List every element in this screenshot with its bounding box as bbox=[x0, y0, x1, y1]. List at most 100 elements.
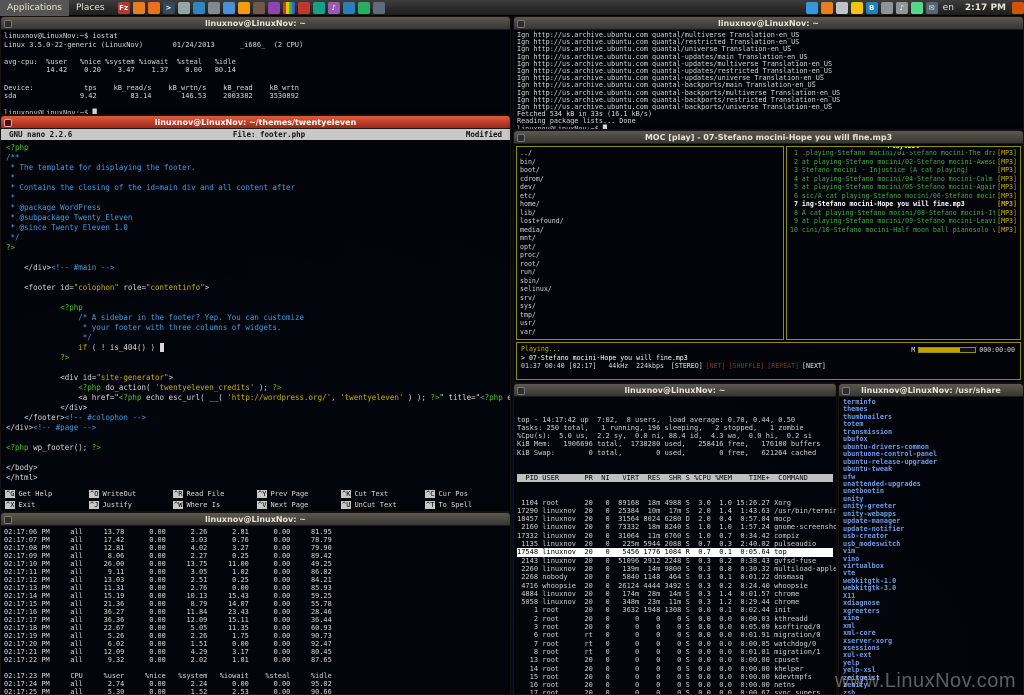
code-segment: <!-- #main --> bbox=[51, 263, 114, 272]
spectrum-icon[interactable] bbox=[283, 2, 295, 14]
camera-icon[interactable] bbox=[373, 2, 385, 14]
places-menu[interactable]: Places bbox=[69, 0, 112, 16]
window-title: MOC [play] - 07-Stefano mocini-Hope you … bbox=[645, 133, 892, 142]
titlebar-top[interactable]: linuxnov@LinuxNov: ~ bbox=[514, 384, 836, 397]
code-segment: * Contains the closing of the id=main di… bbox=[6, 183, 295, 192]
terminal-screen-top[interactable]: top - 14:17:42 up 7:02, 8 users, load av… bbox=[514, 397, 836, 695]
color-picker-icon[interactable] bbox=[313, 2, 325, 14]
battery-icon[interactable] bbox=[911, 2, 923, 14]
chat-icon[interactable] bbox=[358, 2, 370, 14]
volume-icon[interactable]: ♪ bbox=[896, 2, 908, 14]
weather-icon[interactable] bbox=[851, 2, 863, 14]
terminal-screen-iostat[interactable]: linuxnov@LinuxNov:~$ iostat Linux 3.5.0-… bbox=[1, 30, 510, 115]
moc-dir-item: ../ bbox=[520, 149, 780, 158]
terminal-icon bbox=[4, 119, 12, 127]
shortcut-label: Cut Text bbox=[354, 490, 388, 498]
bluetooth-icon[interactable]: B bbox=[866, 2, 878, 14]
moc-dir-item: lost+found/ bbox=[520, 217, 780, 226]
calculator-icon[interactable] bbox=[208, 2, 220, 14]
titlebar-iostat[interactable]: linuxnov@LinuxNov: ~ bbox=[1, 17, 510, 30]
terminal-screen-usrshare[interactable]: terminfothemesthumbnailerstotemtransmiss… bbox=[839, 397, 1023, 695]
update-icon[interactable] bbox=[821, 2, 833, 14]
filezilla-icon[interactable]: Fz bbox=[118, 2, 130, 14]
nano-line bbox=[6, 453, 505, 463]
code-segment: 'twentyeleven' bbox=[340, 393, 403, 402]
system-monitor-icon[interactable] bbox=[806, 2, 818, 14]
moc-dir-item: selinux/ bbox=[520, 285, 780, 294]
mixer-bar[interactable] bbox=[918, 347, 976, 353]
terminal-screen-sar[interactable]: 02:17:06 PM all 13.78 0.00 2.26 2.81 0.0… bbox=[1, 526, 510, 695]
nano-line: if ( ! is_404() ) bbox=[6, 343, 505, 353]
writer-icon[interactable] bbox=[193, 2, 205, 14]
track-number: 7 bbox=[790, 200, 802, 209]
terminal-icon bbox=[842, 387, 850, 395]
nano-shortcut: ^JJustify bbox=[89, 500, 173, 511]
vlc-icon[interactable] bbox=[238, 2, 250, 14]
track-title: cini/10-Stefano mocini-Half moon ball pi… bbox=[802, 226, 995, 235]
shortcut-label: Prev Page bbox=[270, 490, 308, 498]
moc-directory-list: ../bin/boot/cdrom/dev/etc/home/lib/lost+… bbox=[520, 149, 780, 336]
code-segment: > bbox=[169, 373, 174, 382]
titlebar-apt[interactable]: linuxnov@LinuxNov: ~ bbox=[514, 17, 1023, 30]
moc-playlist-pane[interactable]: Playlist 1 .playing-Stefano mocini/01-St… bbox=[786, 146, 1021, 340]
mixer-value: 000:00:00 bbox=[979, 346, 1015, 355]
playback-flag: [STEREO] bbox=[671, 362, 703, 370]
code-segment: "site-generator" bbox=[96, 373, 168, 382]
terminal-icon[interactable]: > bbox=[163, 2, 175, 14]
code-segment: <a href=" bbox=[6, 393, 119, 402]
shortcut-label: Cur Pos bbox=[438, 490, 468, 498]
messages-icon[interactable]: ✉ bbox=[926, 2, 938, 14]
titlebar-usrshare[interactable]: linuxnov@LinuxNov: /usr/share bbox=[839, 384, 1023, 397]
nano-editor[interactable]: <?php/** * The template for displaying t… bbox=[1, 140, 510, 489]
format-tag: [MP3] bbox=[997, 209, 1017, 218]
moc-dir-item: proc/ bbox=[520, 251, 780, 260]
terminal-icon bbox=[4, 20, 12, 28]
format-tag: [MP3] bbox=[997, 200, 1017, 209]
firefox-icon[interactable] bbox=[148, 2, 160, 14]
playlist-item: 6 sic/A cat playing-Stefano mocini/06-St… bbox=[790, 192, 1017, 201]
nano-line: </div> bbox=[6, 403, 505, 413]
downloads-icon[interactable] bbox=[343, 2, 355, 14]
code-segment: 'twentyeleven_credits' bbox=[155, 383, 254, 392]
gimp-icon[interactable] bbox=[253, 2, 265, 14]
process-row: 1104 root 20 0 89168 18m 4988 S 3.0 1.0 … bbox=[517, 499, 833, 507]
directory-entry: xgreeters bbox=[843, 608, 1019, 615]
code-segment: "colophon" bbox=[74, 283, 119, 292]
process-row: 14 root 20 0 0 0 0 S 0.0 0.0 0:00.00 khe… bbox=[517, 665, 833, 673]
gedit-icon[interactable] bbox=[178, 2, 190, 14]
chrome-icon[interactable] bbox=[223, 2, 235, 14]
applications-menu[interactable]: Applications bbox=[0, 0, 69, 16]
code-segment: * @since Twenty Eleven 1.0 bbox=[6, 223, 128, 232]
music-player-icon[interactable]: ♪ bbox=[328, 2, 340, 14]
session-menu-icon[interactable] bbox=[1012, 2, 1024, 14]
moc-screen[interactable]: ../bin/boot/cdrom/dev/etc/home/lib/lost+… bbox=[514, 144, 1023, 383]
playback-flag: [NET] bbox=[706, 362, 726, 370]
code-segment: * bbox=[6, 193, 15, 202]
files-icon[interactable] bbox=[133, 2, 145, 14]
shortcut-key: ^T bbox=[425, 501, 435, 509]
clock[interactable]: 2:17 PM bbox=[965, 3, 1006, 13]
network-icon[interactable] bbox=[881, 2, 893, 14]
titlebar-sar[interactable]: linuxnov@LinuxNov: ~ bbox=[1, 513, 510, 526]
moc-dir-item: bin/ bbox=[520, 158, 780, 167]
process-row: 4884 linuxnov 20 0 174m 28m 14m S 0.3 1.… bbox=[517, 590, 833, 598]
format-tag: [MP3] bbox=[997, 166, 1017, 175]
titlebar-moc[interactable]: MOC [play] - 07-Stefano mocini-Hope you … bbox=[514, 131, 1023, 144]
moc-file-browser[interactable]: ../bin/boot/cdrom/dev/etc/home/lib/lost+… bbox=[516, 146, 784, 340]
screenshot-icon[interactable] bbox=[268, 2, 280, 14]
nano-header: GNU nano 2.2.6 File: footer.php Modified bbox=[1, 129, 510, 140]
moc-dir-item: run/ bbox=[520, 268, 780, 277]
process-row: 17290 linuxnov 20 0 25384 10m 17m S 2.0 … bbox=[517, 507, 833, 515]
playlist-pane-label: Playlist bbox=[885, 146, 923, 151]
recorder-icon[interactable] bbox=[298, 2, 310, 14]
nano-line: * bbox=[6, 193, 505, 203]
code-segment: role= bbox=[119, 283, 146, 292]
terminal-icon bbox=[4, 516, 12, 524]
playlist-item: 8 A cat playing-Stefano mocini/08-Stefan… bbox=[790, 209, 1017, 218]
keyboard-indicator[interactable]: en bbox=[943, 3, 954, 13]
terminal-screen-apt[interactable]: Ign http://us.archive.ubuntu.com quantal… bbox=[514, 30, 1023, 130]
titlebar-nano[interactable]: linuxnov@LinuxNov: ~/themes/twentyeleven bbox=[1, 116, 510, 129]
shortcut-label: Where Is bbox=[186, 501, 220, 509]
directory-entry: terminfo bbox=[843, 399, 1019, 406]
dropbox-icon[interactable] bbox=[836, 2, 848, 14]
